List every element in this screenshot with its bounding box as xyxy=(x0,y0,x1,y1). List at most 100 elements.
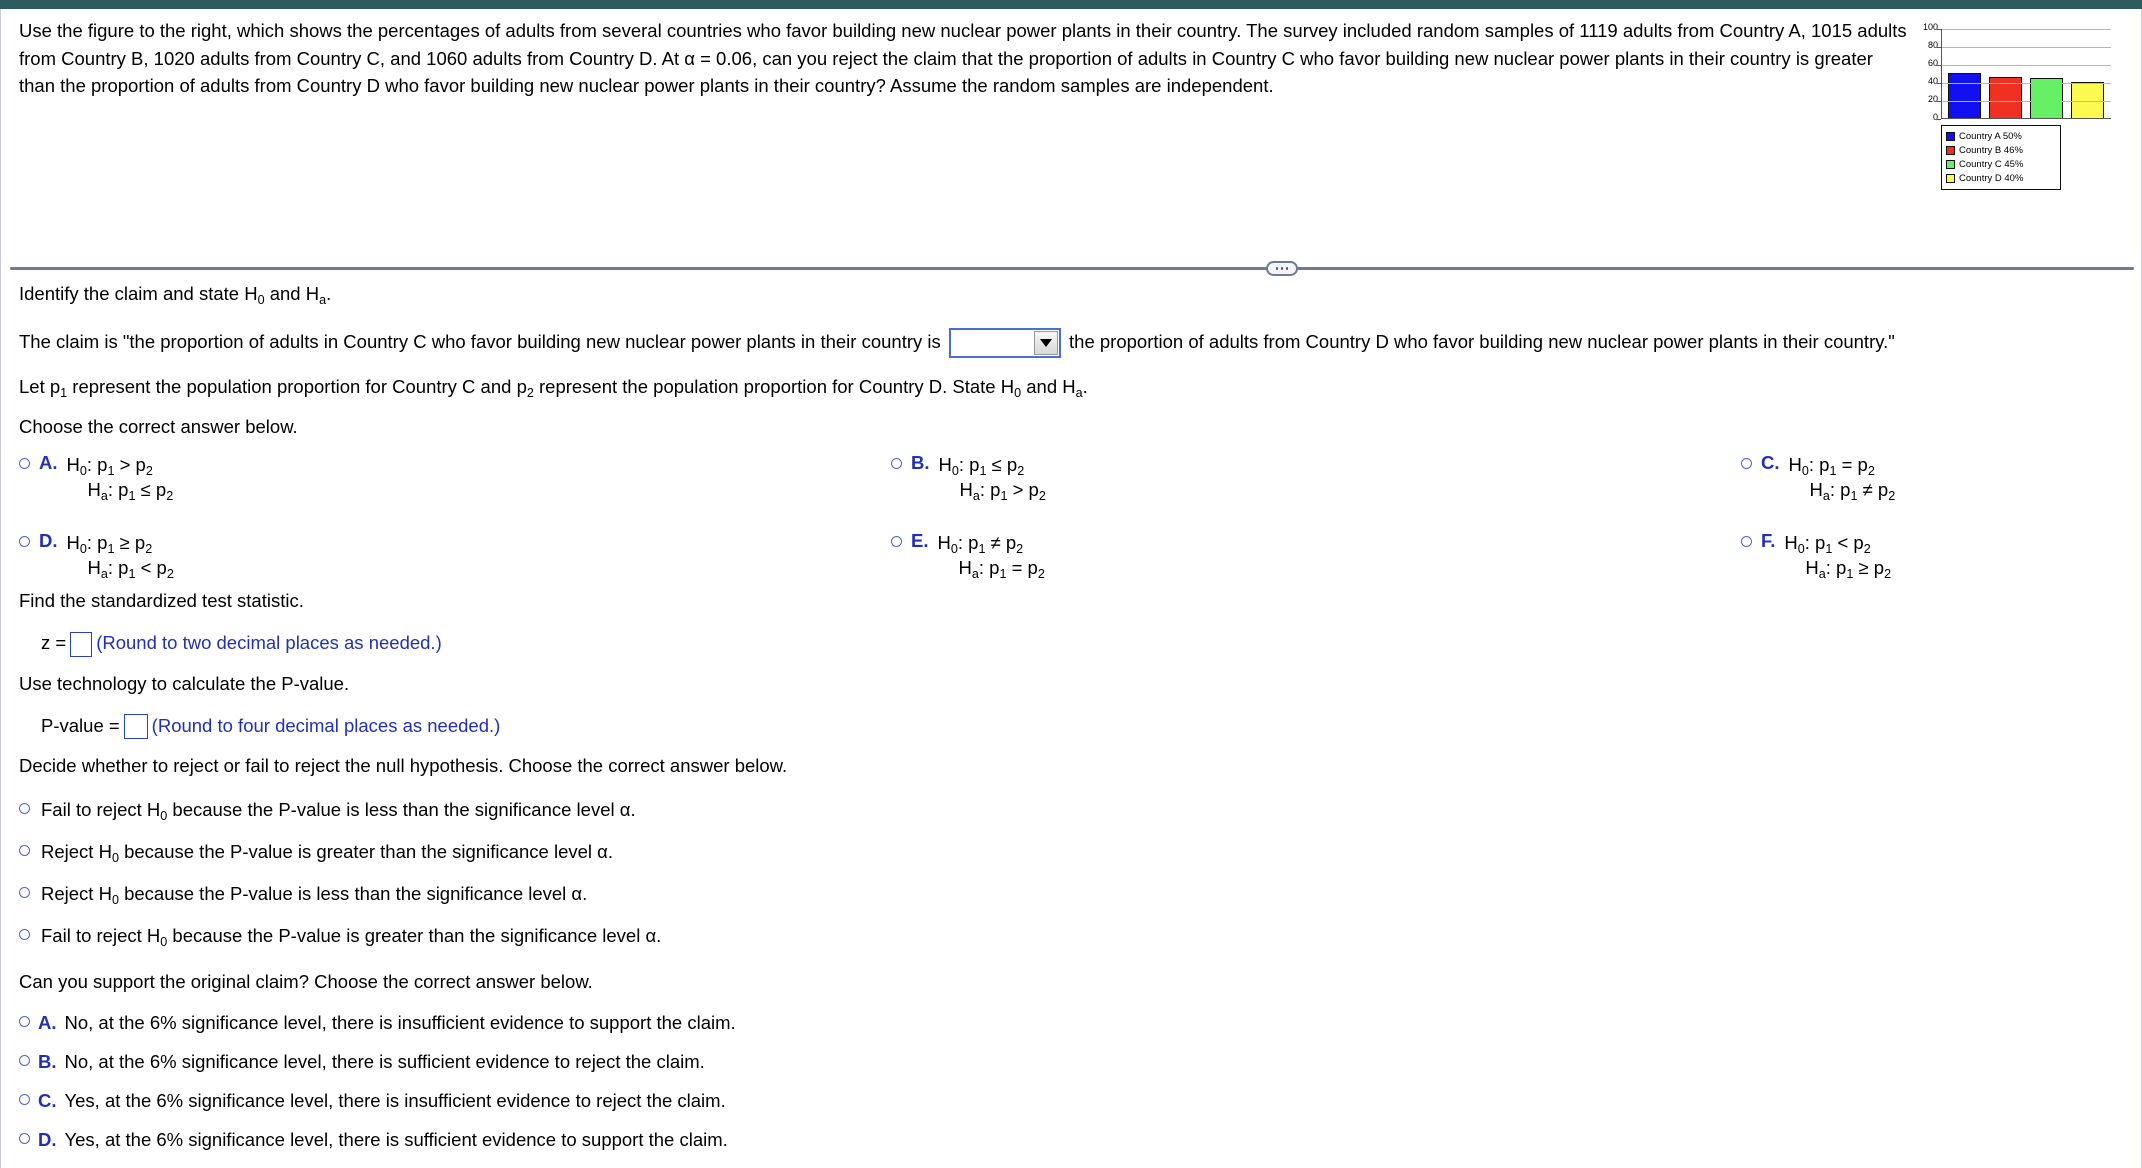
p-value-input[interactable] xyxy=(123,714,148,740)
alternative-hypothesis: Ha: p1 < p2 xyxy=(87,557,174,582)
splitter-dot xyxy=(1285,267,1289,270)
chart-y-tick-label: 20 xyxy=(1927,94,1938,104)
option-letter: B. xyxy=(38,1051,57,1073)
hypothesis-option-b[interactable]: B. H0: p1 ≤ p2 Ha: p1 > p2 xyxy=(891,452,1046,502)
radio-button[interactable] xyxy=(19,1133,30,1145)
chart-y-tick xyxy=(1937,101,1941,102)
decision-option-text: Reject H0 because the P-value is greater… xyxy=(41,841,613,866)
option-letter: A. xyxy=(38,1012,57,1034)
conclusion-option-text: No, at the 6% significance level, there … xyxy=(64,1051,705,1073)
let-p-part2: represent the population proportion for … xyxy=(67,376,527,397)
alternative-hypothesis: Ha: p1 > p2 xyxy=(959,479,1046,504)
splitter-dot xyxy=(1275,267,1279,270)
let-p-part4: and H xyxy=(1021,376,1076,397)
panel-splitter[interactable] xyxy=(1,258,2142,278)
decision-option-text: Fail to reject H0 because the P-value is… xyxy=(41,925,662,950)
radio-button[interactable] xyxy=(19,803,30,815)
conclusion-option-text: No, at the 6% significance level, there … xyxy=(64,1012,736,1034)
radio-button[interactable] xyxy=(1741,536,1752,547)
chart-gridline xyxy=(1942,47,2111,48)
alternative-hypothesis: Ha: p1 ≠ p2 xyxy=(1809,479,1896,504)
radio-button[interactable] xyxy=(891,458,902,469)
chart-legend-row: Country B 46% xyxy=(1946,143,2056,157)
radio-button[interactable] xyxy=(19,929,30,941)
test-statistic-input[interactable] xyxy=(70,631,93,657)
chart-legend-label: Country C 45% xyxy=(1959,158,2024,170)
let-p-sentence-line: Let p1 represent the population proporti… xyxy=(19,374,2125,400)
p-value-label: P-value = xyxy=(41,714,120,736)
chart-gridline xyxy=(1942,101,2111,102)
option-hypotheses: H0: p1 > p2 Ha: p1 ≤ p2 xyxy=(67,452,174,502)
p-value-prompt: Use technology to calculate the P-value. xyxy=(19,672,350,694)
decision-option-4[interactable]: Fail to reject H0 because the P-value is… xyxy=(19,924,2125,950)
test-statistic-row: z = (Round to two decimal places as neede… xyxy=(19,630,2125,657)
decision-option-1[interactable]: Fail to reject H0 because the P-value is… xyxy=(19,798,2125,823)
radio-button[interactable] xyxy=(19,845,30,857)
splitter-dot xyxy=(1280,267,1284,270)
chart-bar xyxy=(2071,82,2104,118)
identify-claim-sub-0: 0 xyxy=(257,293,265,308)
identify-claim-mid: and H xyxy=(264,283,320,304)
chart-gridline xyxy=(1942,83,2111,84)
option-letter: F. xyxy=(1761,530,1776,551)
chart-legend-row: Country C 45% xyxy=(1946,157,2056,171)
option-letter: A. xyxy=(39,452,58,473)
hypothesis-option-d[interactable]: D. H0: p1 ≥ p2 Ha: p1 < p2 xyxy=(19,530,174,580)
hypothesis-option-a[interactable]: A. H0: p1 > p2 Ha: p1 ≤ p2 xyxy=(19,452,173,502)
hypothesis-option-c[interactable]: C. H0: p1 = p2 Ha: p1 ≠ p2 xyxy=(1741,452,1895,502)
chart-y-tick-label: 0 xyxy=(1932,112,1938,122)
chart-y-tick xyxy=(1937,83,1941,84)
conclusion-option-d[interactable]: D. Yes, at the 6% significance level, the… xyxy=(19,1128,2125,1151)
hypothesis-option-f[interactable]: F. H0: p1 < p2 Ha: p1 ≥ p2 xyxy=(1741,530,1891,580)
option-letter: C. xyxy=(1761,452,1780,473)
decision-option-3[interactable]: Reject H0 because the P-value is less th… xyxy=(19,882,2125,907)
chart-y-tick xyxy=(1937,65,1941,66)
hypothesis-options-grid: A. H0: p1 > p2 Ha: p1 ≤ p2 B. H0: p1 ≤ p2 Ha:… xyxy=(19,452,2125,580)
conclusion-option-a[interactable]: A. No, at the 6% significance level, ther… xyxy=(19,1011,2125,1034)
chevron-down-icon[interactable] xyxy=(1033,331,1058,355)
bar-chart-figure: 100 80 60 40 20 0 Country A 50% Country B 46% C… xyxy=(1918,22,2128,190)
test-statistic-label: z = xyxy=(41,632,67,653)
hypothesis-option-e[interactable]: E. H0: p1 ≠ p2 Ha: p1 = p2 xyxy=(891,530,1045,580)
decision-option-2[interactable]: Reject H0 because the P-value is greater… xyxy=(19,840,2125,866)
conclusion-options-list: A. No, at the 6% significance level, ther… xyxy=(19,1011,2125,1151)
null-hypothesis: H0: p1 ≥ p2 xyxy=(66,532,153,557)
radio-button[interactable] xyxy=(891,536,902,547)
radio-button[interactable] xyxy=(19,458,30,469)
conclusion-option-b[interactable]: B. No, at the 6% significance level, ther… xyxy=(19,1050,2125,1073)
decision-prompt: Decide whether to reject or fail to reje… xyxy=(19,755,788,777)
chart-y-axis-line xyxy=(1941,29,1942,119)
radio-button[interactable] xyxy=(1741,458,1752,469)
chart-y-tick-label: 100 xyxy=(1922,22,1938,32)
test-statistic-prompt: Find the standardized test statistic. xyxy=(19,590,304,611)
chart-legend-label: Country B 46% xyxy=(1959,144,2023,156)
p-value-hint: (Round to four decimal places as needed.… xyxy=(151,714,501,736)
chart-legend-swatch xyxy=(1946,131,1955,141)
let-p-sub4: a xyxy=(1075,386,1083,401)
decision-options-list: Fail to reject H0 because the P-value is… xyxy=(19,798,2125,950)
conclusion-option-text: Yes, at the 6% significance level, there… xyxy=(64,1129,728,1151)
chart-y-tick xyxy=(1937,119,1941,120)
splitter-handle-ellipsis-icon[interactable] xyxy=(1266,261,1298,276)
option-letter: E. xyxy=(911,530,929,551)
chart-y-tick-label: 80 xyxy=(1927,40,1938,50)
p-value-row: P-value = (Round to four decimal places a… xyxy=(19,713,2125,740)
identify-claim-line: Identify the claim and state H0 and Ha. xyxy=(19,281,2125,307)
chart-x-axis-line xyxy=(1941,118,2111,119)
claim-sentence-line: The claim is "the proportion of adults i… xyxy=(19,328,2125,358)
radio-button[interactable] xyxy=(19,887,30,899)
option-letter: D. xyxy=(39,530,58,551)
option-letter: D. xyxy=(38,1129,57,1151)
chart-y-tick-label: 40 xyxy=(1927,76,1938,86)
chart-legend-swatch xyxy=(1946,159,1955,169)
radio-button[interactable] xyxy=(19,1094,30,1106)
chart-y-axis-labels: 100 80 60 40 20 0 xyxy=(1917,22,1941,122)
comparison-dropdown[interactable] xyxy=(948,328,1061,358)
option-letter: B. xyxy=(911,452,930,473)
radio-button[interactable] xyxy=(19,1016,30,1028)
alternative-hypothesis: Ha: p1 ≤ p2 xyxy=(87,479,174,504)
chart-gridline xyxy=(1942,65,2111,66)
radio-button[interactable] xyxy=(19,1055,30,1067)
radio-button[interactable] xyxy=(19,536,30,547)
conclusion-option-c[interactable]: C. Yes, at the 6% significance level, the… xyxy=(19,1089,2125,1112)
